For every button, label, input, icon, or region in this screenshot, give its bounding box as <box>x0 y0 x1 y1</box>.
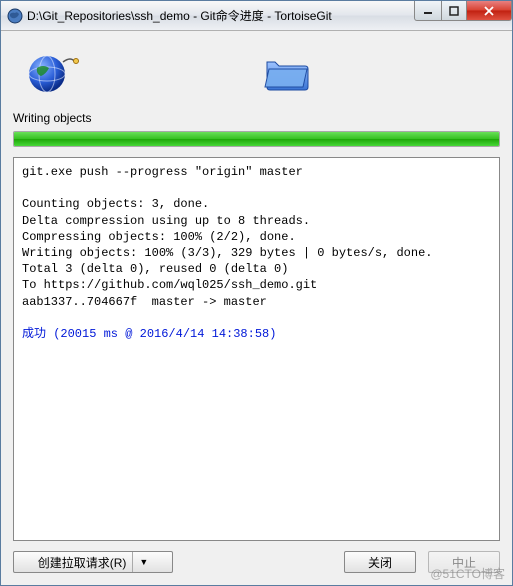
close-button[interactable]: 关闭 <box>344 551 416 573</box>
log-output[interactable]: git.exe push --progress "origin" master … <box>13 157 500 541</box>
button-row: 创建拉取请求(R) ▼ 关闭 中止 <box>13 551 500 573</box>
chevron-down-icon: ▼ <box>132 552 148 572</box>
minimize-button[interactable] <box>414 1 442 21</box>
create-pull-request-button[interactable]: 创建拉取请求(R) ▼ <box>13 551 173 573</box>
close-label: 关闭 <box>368 554 392 571</box>
abort-button: 中止 <box>428 551 500 573</box>
globe-icon <box>25 48 81 99</box>
create-pull-label: 创建拉取请求(R) <box>38 554 127 571</box>
success-line: 成功 (20015 ms @ 2016/4/14 14:38:58) <box>22 327 276 341</box>
window-close-button[interactable] <box>466 1 512 21</box>
progress-bar <box>13 131 500 147</box>
progress-fill <box>14 132 499 146</box>
app-icon <box>7 8 23 24</box>
console-text: git.exe push --progress "origin" master … <box>22 165 432 309</box>
progress-dialog: D:\Git_Repositories\ssh_demo - Git命令进度 -… <box>0 0 513 586</box>
window-controls <box>415 1 512 30</box>
maximize-button[interactable] <box>441 1 467 21</box>
window-title: D:\Git_Repositories\ssh_demo - Git命令进度 -… <box>27 7 415 24</box>
header-icons <box>13 41 500 105</box>
status-label: Writing objects <box>13 111 500 125</box>
client-area: Writing objects git.exe push --progress … <box>1 31 512 585</box>
folder-icon <box>261 48 317 99</box>
abort-label: 中止 <box>452 554 476 571</box>
titlebar[interactable]: D:\Git_Repositories\ssh_demo - Git命令进度 -… <box>1 1 512 31</box>
